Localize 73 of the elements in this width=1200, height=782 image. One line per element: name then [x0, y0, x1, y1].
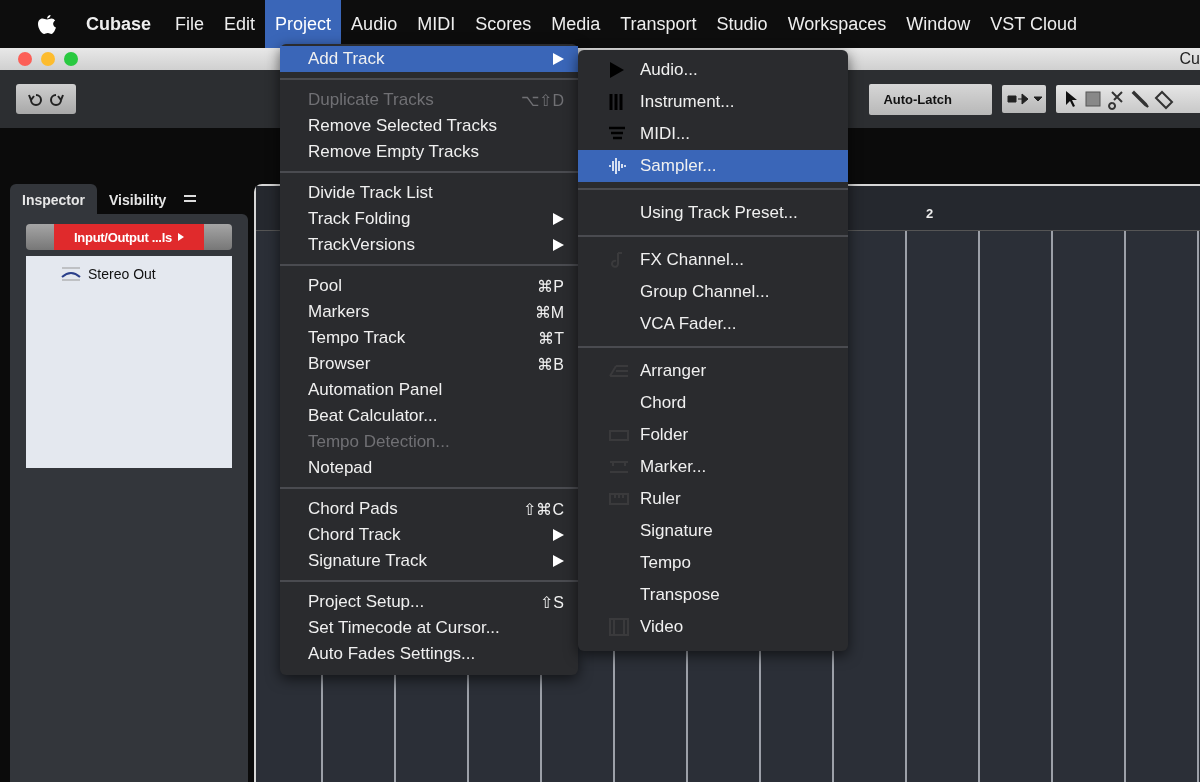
menu-item[interactable]: Automation Panel [280, 377, 578, 403]
apple-icon[interactable] [38, 13, 56, 35]
window-title: Cu [1179, 50, 1200, 68]
menu-item[interactable]: Transpose [578, 579, 848, 611]
caret-icon [177, 233, 184, 241]
menu-bar-item[interactable]: Audio [341, 0, 408, 48]
menu-item[interactable]: Notepad [280, 455, 578, 481]
menu-item[interactable]: Auto Fades Settings... [280, 641, 578, 667]
menu-item[interactable]: VCA Fader... [578, 308, 848, 340]
submenu-arrow-icon [553, 53, 564, 65]
bar-number: 2 [926, 206, 934, 221]
menu-bar-item[interactable]: Edit [214, 0, 266, 48]
undo-redo-icon [26, 91, 66, 107]
menu-item[interactable]: Chord Pads ⇧⌘C [280, 496, 578, 522]
menu-bar-item[interactable]: VST Cloud [980, 0, 1088, 48]
menu-item[interactable]: Set Timecode at Cursor... [280, 615, 578, 641]
submenu-arrow-icon [553, 239, 564, 251]
menu-item[interactable]: Remove Empty Tracks [280, 139, 578, 165]
inspector-tab[interactable]: Visibility [97, 184, 179, 214]
menu-item[interactable]: Audio... [578, 54, 848, 86]
menu-item[interactable]: Instrument... [578, 86, 848, 118]
output-icon [60, 266, 82, 282]
undo-redo-button[interactable] [16, 84, 76, 114]
menu-item[interactable]: Remove Selected Tracks [280, 113, 578, 139]
play-icon [608, 61, 626, 79]
menu-icon[interactable] [184, 194, 197, 204]
menu-item[interactable]: Chord [578, 387, 848, 419]
menu-bar-item[interactable]: Media [541, 0, 611, 48]
menu-item[interactable]: Signature Track [280, 548, 578, 574]
submenu-arrow-icon [553, 213, 564, 225]
menu-item[interactable]: Using Track Preset... [578, 197, 848, 229]
menu-item[interactable]: TrackVersions [280, 232, 578, 258]
menu-item[interactable]: FX Channel... [578, 244, 848, 276]
menu-bar-item[interactable]: Scores [465, 0, 542, 48]
menu-item[interactable]: Ruler [578, 483, 848, 515]
menu-item[interactable]: Tempo [578, 547, 848, 579]
menu-item[interactable]: Markers ⌘M [280, 299, 578, 325]
arrow-icon [1006, 90, 1042, 108]
menu-item[interactable]: Track Folding [280, 206, 578, 232]
submenu-arrow-icon [553, 555, 564, 567]
menu-bar-item[interactable]: File [165, 0, 215, 48]
menu-item[interactable]: Folder [578, 419, 848, 451]
waveform-icon [608, 157, 626, 175]
menu-bar-item[interactable]: Studio [706, 0, 778, 48]
menu-bar-item[interactable]: Cubase [76, 0, 162, 48]
auto-scroll-button[interactable] [1002, 85, 1046, 113]
menu-bar-item[interactable]: MIDI [407, 0, 466, 48]
menu-item[interactable]: Marker... [578, 451, 848, 483]
menu-item[interactable]: Tempo Track ⌘T [280, 325, 578, 351]
menu-item[interactable]: Pool ⌘P [280, 273, 578, 299]
menu-item[interactable]: Signature [578, 515, 848, 547]
bars-icon [608, 93, 626, 111]
automation-mode-dropdown[interactable]: Auto-Latch [869, 83, 992, 115]
menu-item[interactable]: Browser ⌘B [280, 351, 578, 377]
menu-item[interactable]: MIDI... [578, 118, 848, 150]
menu-item[interactable]: Beat Calculator... [280, 403, 578, 429]
menu-item[interactable]: Chord Track [280, 522, 578, 548]
section-header[interactable]: Input/Output ...ls [54, 224, 204, 250]
menu-item[interactable]: Group Channel... [578, 276, 848, 308]
menu-bar-item[interactable]: Workspaces [777, 0, 897, 48]
menu-bar-item[interactable]: Project [265, 0, 342, 48]
list-item[interactable]: Stereo Out [88, 266, 156, 282]
menu-item[interactable]: Add Track [280, 46, 578, 72]
menu-item[interactable]: Video [578, 611, 848, 643]
menu-bar-item[interactable]: Transport [610, 0, 707, 48]
submenu-arrow-icon [553, 529, 564, 541]
menu-item[interactable]: Divide Track List [280, 180, 578, 206]
menu-item[interactable]: Arranger [578, 355, 848, 387]
menu-item[interactable]: Project Setup... ⇧S [280, 589, 578, 615]
menu-bar-item[interactable]: Window [896, 0, 981, 48]
inspector-tab[interactable]: Inspector [10, 184, 97, 214]
menu-item[interactable]: Sampler... [578, 150, 848, 182]
tool-buttons[interactable] [1056, 85, 1200, 113]
